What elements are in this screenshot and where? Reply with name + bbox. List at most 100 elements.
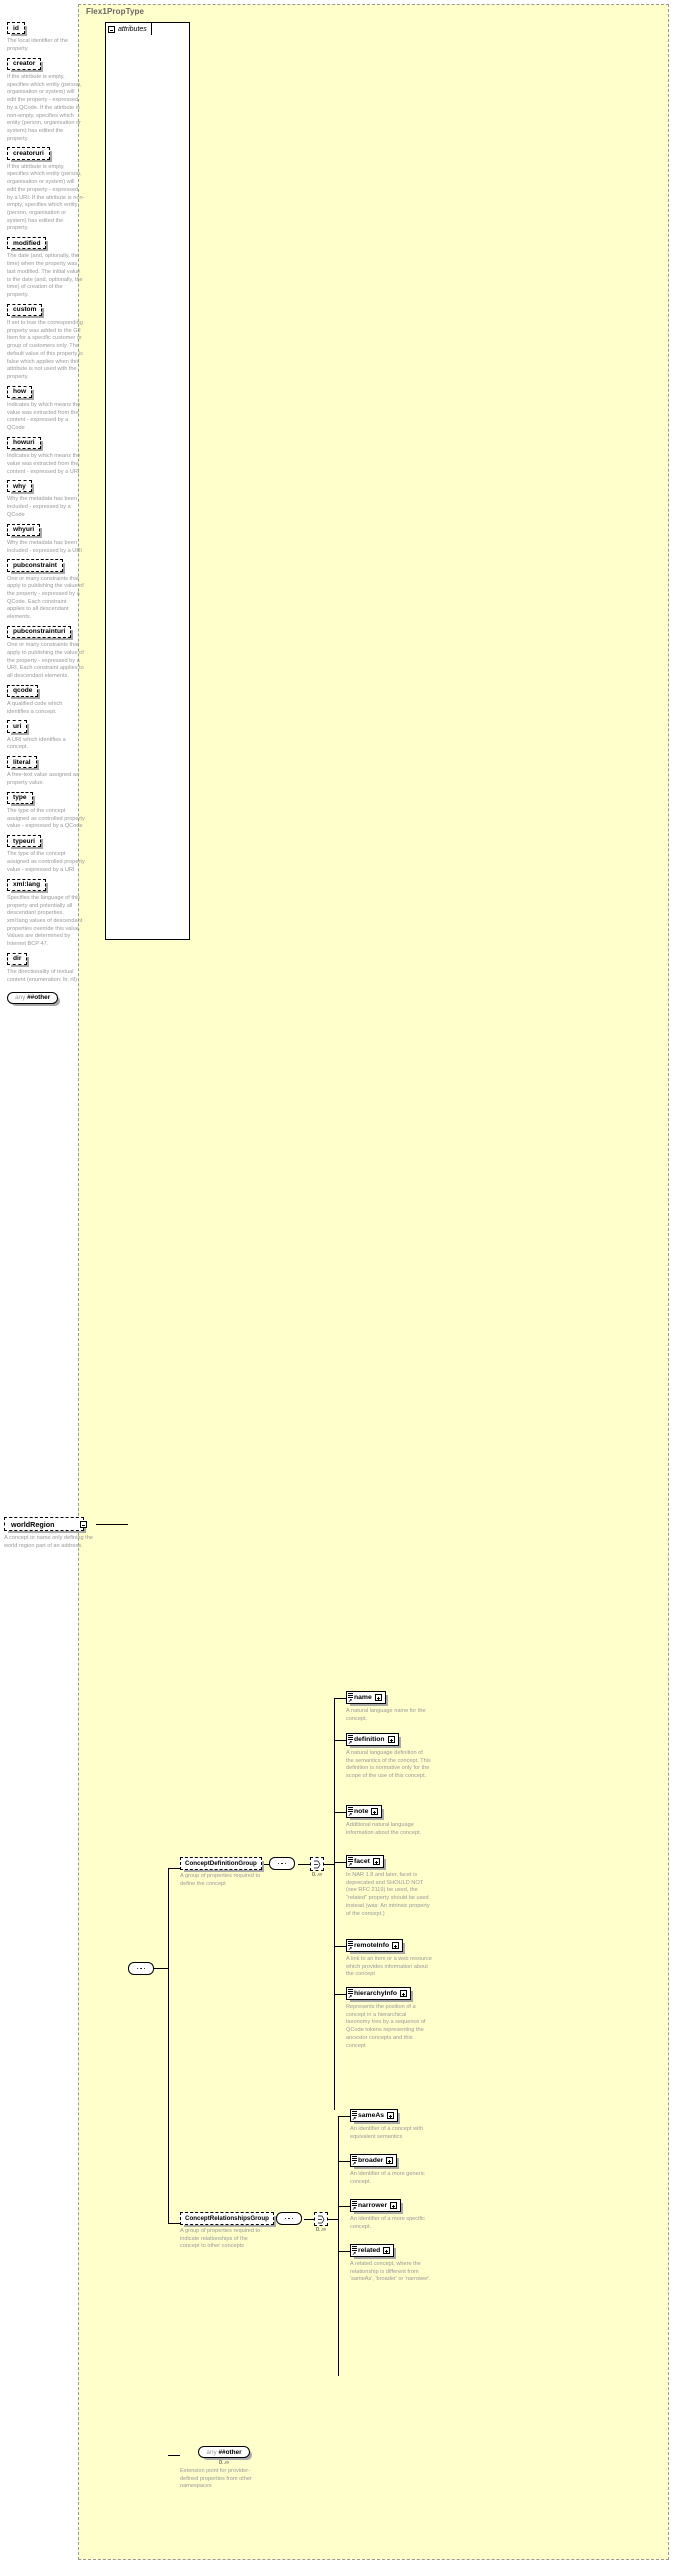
expand-facet-icon[interactable]: [372, 1858, 380, 1865]
attribute-any-namespace: ##other: [27, 994, 51, 1002]
element-narrower[interactable]: ↗ narrower An identifier of a more specifi…: [350, 2199, 436, 2231]
expand-broader-icon[interactable]: [386, 2157, 394, 2164]
attribute-type-chip[interactable]: type: [7, 791, 35, 807]
attribute-uri-description: A URI which identifies a concept.: [7, 736, 66, 751]
attribute-arrow-icon: ↗: [348, 1861, 353, 1868]
element-sameAs-description: An identifier of a concept with equivale…: [350, 2126, 424, 2140]
collapse-worldRegion-icon[interactable]: [80, 1521, 87, 1528]
attribute-why-chip[interactable]: why: [7, 480, 34, 495]
attribute-creator-description: If the attribute is empty, specifies whi…: [7, 73, 82, 142]
attribute-how[interactable]: how: [7, 385, 83, 401]
expand-narrower-icon[interactable]: [390, 2202, 398, 2209]
attribute-qcode[interactable]: qcode: [7, 684, 83, 700]
relgroup-occurrence-label: 0..∞: [315, 2227, 327, 2233]
attribute-pubconstrainturi[interactable]: pubconstrainturi: [7, 625, 83, 641]
expand-hierarchyInfo-icon[interactable]: [400, 1990, 408, 1997]
relgroup-occurrence-box: [314, 2212, 328, 2226]
attribute-id-chip[interactable]: id: [7, 22, 27, 37]
attribute-whyuri-chip[interactable]: whyuri: [7, 523, 43, 539]
attribute-custom[interactable]: custom: [7, 303, 83, 319]
element-hierarchyInfo[interactable]: ↗ hierarchyInfo Represents the position of…: [346, 1987, 432, 2050]
expand-definition-icon[interactable]: [387, 1736, 395, 1743]
attribute-howuri[interactable]: howuri: [7, 436, 83, 452]
attribute-arrow-icon: ↗: [352, 2205, 357, 2212]
attribute-typeuri-chip[interactable]: typeuri: [7, 835, 43, 850]
attribute-how-description: Indicates by which means the value was e…: [7, 401, 81, 432]
element-definition[interactable]: ↗ definition A natural language definition…: [346, 1733, 432, 1781]
attribute-creator[interactable]: creator: [7, 57, 83, 73]
defgroup-sequence-node: [269, 1857, 297, 1870]
element-hierarchyInfo-description: Represents the position of a concept in …: [346, 2004, 426, 2049]
collapse-attributes-icon[interactable]: [108, 26, 115, 33]
any-other-chip[interactable]: any ##other: [198, 2446, 252, 2461]
element-facet[interactable]: ↗ facet In NAR 1.8 and later, facet is dep…: [346, 1855, 432, 1918]
attribute-whyuri[interactable]: whyuri: [7, 523, 83, 539]
element-facet-box[interactable]: ↗ facet: [346, 1855, 386, 1870]
group-ConceptRelationshipsGroup[interactable]: ConceptRelationshipsGroup A group of pro…: [180, 2212, 276, 2251]
element-sameAs-label: sameAs: [358, 2112, 385, 2119]
connector-to-hierarchyInfo: [334, 1994, 346, 1995]
attribute-modified[interactable]: modified: [7, 237, 83, 252]
attribute-modified-chip[interactable]: modified: [7, 237, 49, 252]
element-note-box[interactable]: ↗ note: [346, 1805, 385, 1820]
attribute-any-other-chip[interactable]: any ##other: [7, 991, 61, 1006]
attribute-type[interactable]: type: [7, 791, 83, 807]
attribute-creator-chip[interactable]: creator: [7, 57, 44, 73]
attribute-qcode-chip[interactable]: qcode: [7, 684, 41, 700]
element-name-box[interactable]: ↗ name: [346, 1691, 388, 1706]
root-element[interactable]: worldRegion A concept or name only defin…: [4, 1517, 108, 1550]
connector-defgroup-seq-to-occ: [298, 1864, 310, 1865]
attribute-xml-lang[interactable]: xml:lang: [7, 878, 83, 894]
element-remoteInfo[interactable]: ↗ remoteInfo A link to an item or a web re…: [346, 1939, 432, 1979]
attribute-uri-chip[interactable]: uri: [7, 720, 30, 735]
type-title: Flex1PropType: [86, 7, 145, 16]
attribute-creatoruri-chip[interactable]: creatoruri: [7, 147, 52, 162]
element-related[interactable]: ↗ related A related concept, where the rel…: [350, 2244, 436, 2284]
element-definition-box[interactable]: ↗ definition: [346, 1733, 401, 1748]
attributes-panel: [105, 22, 190, 940]
group-ConceptRelationshipsGroup-box[interactable]: ConceptRelationshipsGroup: [180, 2212, 276, 2227]
content-any[interactable]: any ##other 0..∞ Extension point for pro…: [180, 2446, 268, 2491]
attribute-pubconstrainturi-chip[interactable]: pubconstrainturi: [7, 625, 74, 641]
element-sameAs[interactable]: ↗ sameAs An identifier of a concept with e…: [350, 2109, 436, 2141]
attributes-tab[interactable]: attributes: [105, 22, 152, 35]
attribute-pubconstraint-description: One or many constraints that apply to pu…: [7, 575, 84, 621]
element-note[interactable]: ↗ note Additional natural language informa…: [346, 1805, 432, 1837]
attribute-any-other[interactable]: any ##other: [7, 991, 83, 1006]
attribute-literal-chip[interactable]: literal: [7, 756, 39, 771]
attribute-why[interactable]: why: [7, 480, 83, 495]
element-related-box[interactable]: ↗ related: [350, 2244, 397, 2259]
element-sameAs-box[interactable]: ↗ sameAs: [350, 2109, 401, 2124]
attribute-list: id The local identifier of the property. c…: [7, 18, 85, 1006]
element-hierarchyInfo-box[interactable]: ↗ hierarchyInfo: [346, 1987, 414, 2002]
group-ConceptRelationshipsGroup-label: ConceptRelationshipsGroup: [185, 2215, 269, 2222]
attribute-howuri-chip[interactable]: howuri: [7, 436, 43, 452]
attribute-how-chip[interactable]: how: [7, 385, 35, 401]
element-narrower-box[interactable]: ↗ narrower: [350, 2199, 404, 2214]
attribute-dir[interactable]: dir: [7, 952, 83, 968]
attribute-typeuri[interactable]: typeuri: [7, 835, 83, 850]
attribute-xml-lang-chip[interactable]: xml:lang: [7, 878, 49, 894]
attribute-custom-chip[interactable]: custom: [7, 303, 45, 319]
expand-note-icon[interactable]: [371, 1808, 379, 1815]
element-broader[interactable]: ↗ broader An identifier of a more generic …: [350, 2154, 436, 2186]
element-remoteInfo-box[interactable]: ↗ remoteInfo: [346, 1939, 406, 1954]
attribute-pubconstraint-chip[interactable]: pubconstraint: [7, 559, 65, 574]
attribute-pubconstraint[interactable]: pubconstraint: [7, 559, 83, 574]
attribute-howuri-description: Indicates by which means the value was e…: [7, 453, 81, 475]
attribute-id[interactable]: id: [7, 22, 83, 37]
element-worldRegion[interactable]: worldRegion: [4, 1517, 87, 1533]
expand-name-icon[interactable]: [374, 1694, 382, 1701]
element-broader-box[interactable]: ↗ broader: [350, 2154, 400, 2169]
expand-related-icon[interactable]: [383, 2247, 391, 2254]
group-ConceptDefinitionGroup-box[interactable]: ConceptDefinitionGroup: [180, 1857, 264, 1872]
expand-remoteInfo-icon[interactable]: [392, 1942, 400, 1949]
attribute-uri[interactable]: uri: [7, 720, 83, 735]
element-worldRegion-description: A concept or name only defining the worl…: [4, 1535, 93, 1549]
attribute-literal[interactable]: literal: [7, 756, 83, 771]
group-ConceptDefinitionGroup[interactable]: ConceptDefinitionGroup A group of proper…: [180, 1857, 264, 1888]
attribute-creatoruri[interactable]: creatoruri: [7, 147, 83, 162]
attribute-dir-chip[interactable]: dir: [7, 952, 30, 968]
element-name[interactable]: ↗ name A natural language name for the con…: [346, 1691, 432, 1723]
expand-sameAs-icon[interactable]: [387, 2112, 395, 2119]
